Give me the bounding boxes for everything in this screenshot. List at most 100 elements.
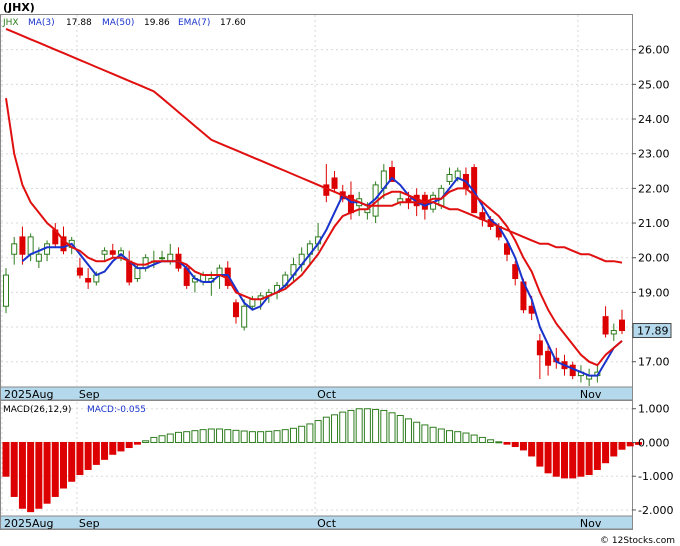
- candle-body: [35, 253, 42, 262]
- macd-bar: [487, 439, 495, 443]
- candle-body: [27, 236, 34, 255]
- macd-bar: [2, 441, 10, 477]
- macd-bar: [511, 441, 519, 448]
- legend: JHX MA(3) 17.88 MA(50) 19.86 EMA(7) 17.6…: [2, 18, 246, 28]
- price-tick-label: 26.00: [638, 44, 670, 57]
- macd-bar: [429, 426, 437, 443]
- macd-bar: [59, 441, 67, 489]
- macd-bar: [240, 430, 248, 443]
- macd-bar: [503, 441, 511, 445]
- macd-bar: [388, 412, 396, 443]
- macd-bar: [76, 441, 84, 476]
- macd-bar: [446, 430, 454, 443]
- candle-body: [109, 250, 116, 255]
- legend-ema7-value: 17.60: [220, 18, 246, 28]
- price-tick-label: 20.00: [638, 252, 670, 265]
- macd-bar: [191, 430, 199, 443]
- macd-bar: [495, 441, 503, 444]
- candle-body: [536, 340, 543, 356]
- macd-tick-label: -2.000: [638, 504, 673, 517]
- macd-bar: [470, 434, 478, 443]
- macd-bar: [413, 421, 421, 443]
- candle-body: [19, 236, 26, 255]
- macd-bar: [43, 441, 51, 504]
- macd-bar: [306, 423, 314, 443]
- macd-bar: [125, 441, 133, 449]
- macd-bar: [519, 441, 527, 451]
- macd-label: MACD(26,12,9): [3, 405, 71, 415]
- macd-bar: [437, 428, 445, 443]
- date-tick-label: Sep: [79, 388, 100, 401]
- candle-body: [446, 173, 453, 182]
- macd-bar: [199, 429, 207, 443]
- stock-chart: 2025AugSepOctNov 17.0018.0019.0020.0021.…: [0, 1, 675, 546]
- macd-bar: [224, 429, 232, 443]
- macd-bar: [101, 441, 109, 460]
- legend-ma50-label: MA(50): [102, 18, 134, 28]
- macd-bar: [257, 431, 265, 443]
- candle-body: [167, 253, 174, 262]
- macd-bar: [544, 441, 552, 474]
- macd-bar: [585, 441, 593, 476]
- macd-bar: [216, 428, 224, 443]
- site-credit: © 12Stocks.com: [600, 536, 675, 546]
- macd-bar: [35, 441, 43, 509]
- price-tick-label: 22.00: [638, 182, 670, 195]
- macd-bar: [626, 441, 634, 447]
- price-tick-label: 21.00: [638, 217, 670, 230]
- candle-body: [11, 243, 18, 255]
- macd-bar: [347, 409, 355, 443]
- macd-bar: [133, 441, 141, 445]
- macd-bar: [92, 441, 100, 465]
- macd-bar: [281, 429, 289, 443]
- macd-date-tick-label: Oct: [317, 517, 337, 530]
- candle-body: [454, 170, 461, 179]
- price-panel: 2025AugSepOctNov 17.0018.0019.0020.0021.…: [0, 14, 670, 401]
- macd-bar: [454, 431, 462, 443]
- macd-bar: [166, 433, 174, 443]
- date-tick-label: 2025Aug: [4, 388, 53, 401]
- macd-bar: [84, 441, 92, 470]
- macd-axis: 1.000 0.000 -1.000 -2.000: [632, 403, 673, 517]
- macd-bar: [322, 416, 330, 443]
- legend-ma50-value: 19.86: [144, 18, 170, 28]
- candle-body: [85, 278, 92, 283]
- macd-bar: [183, 431, 191, 443]
- candle-body: [241, 305, 248, 328]
- legend-ema7-label: EMA(7): [178, 18, 210, 28]
- macd-bar: [380, 409, 388, 443]
- candle-body: [3, 274, 9, 307]
- macd-date-tick-label: Sep: [79, 517, 100, 530]
- macd-bar: [273, 430, 281, 443]
- macd-panel: 2025Aug Sep Oct Nov 1.0000.000-1.000-2.000 …: [0, 400, 673, 530]
- macd-bar: [593, 441, 601, 470]
- legend-ma3-label: MA(3): [28, 18, 55, 28]
- candle-body: [619, 319, 625, 332]
- candle-body: [76, 267, 83, 276]
- macd-bar: [561, 441, 569, 479]
- macd-bar: [404, 418, 412, 443]
- macd-bar: [462, 432, 470, 443]
- last-price-tag: 17.89: [632, 323, 672, 339]
- macd-bar: [265, 430, 273, 443]
- macd-tick-label: 0.000: [638, 436, 670, 449]
- macd-bar: [158, 435, 166, 443]
- candle-body: [93, 274, 100, 283]
- macd-bar: [18, 441, 26, 509]
- candle-body: [545, 350, 552, 366]
- macd-bar: [478, 436, 486, 443]
- macd-bar: [355, 408, 363, 443]
- macd-bar: [142, 440, 150, 443]
- macd-bar: [117, 441, 125, 452]
- macd-bar: [51, 441, 59, 497]
- macd-bar: [577, 441, 585, 477]
- macd-bar: [372, 408, 380, 443]
- macd-value: MACD:-0.055: [87, 405, 146, 415]
- macd-bar: [289, 427, 297, 443]
- price-tick-label: 25.00: [638, 78, 670, 91]
- macd-bar: [10, 441, 18, 497]
- macd-bar: [298, 425, 306, 443]
- macd-bar: [528, 441, 536, 457]
- macd-bar: [610, 441, 618, 457]
- macd-bar: [602, 441, 610, 464]
